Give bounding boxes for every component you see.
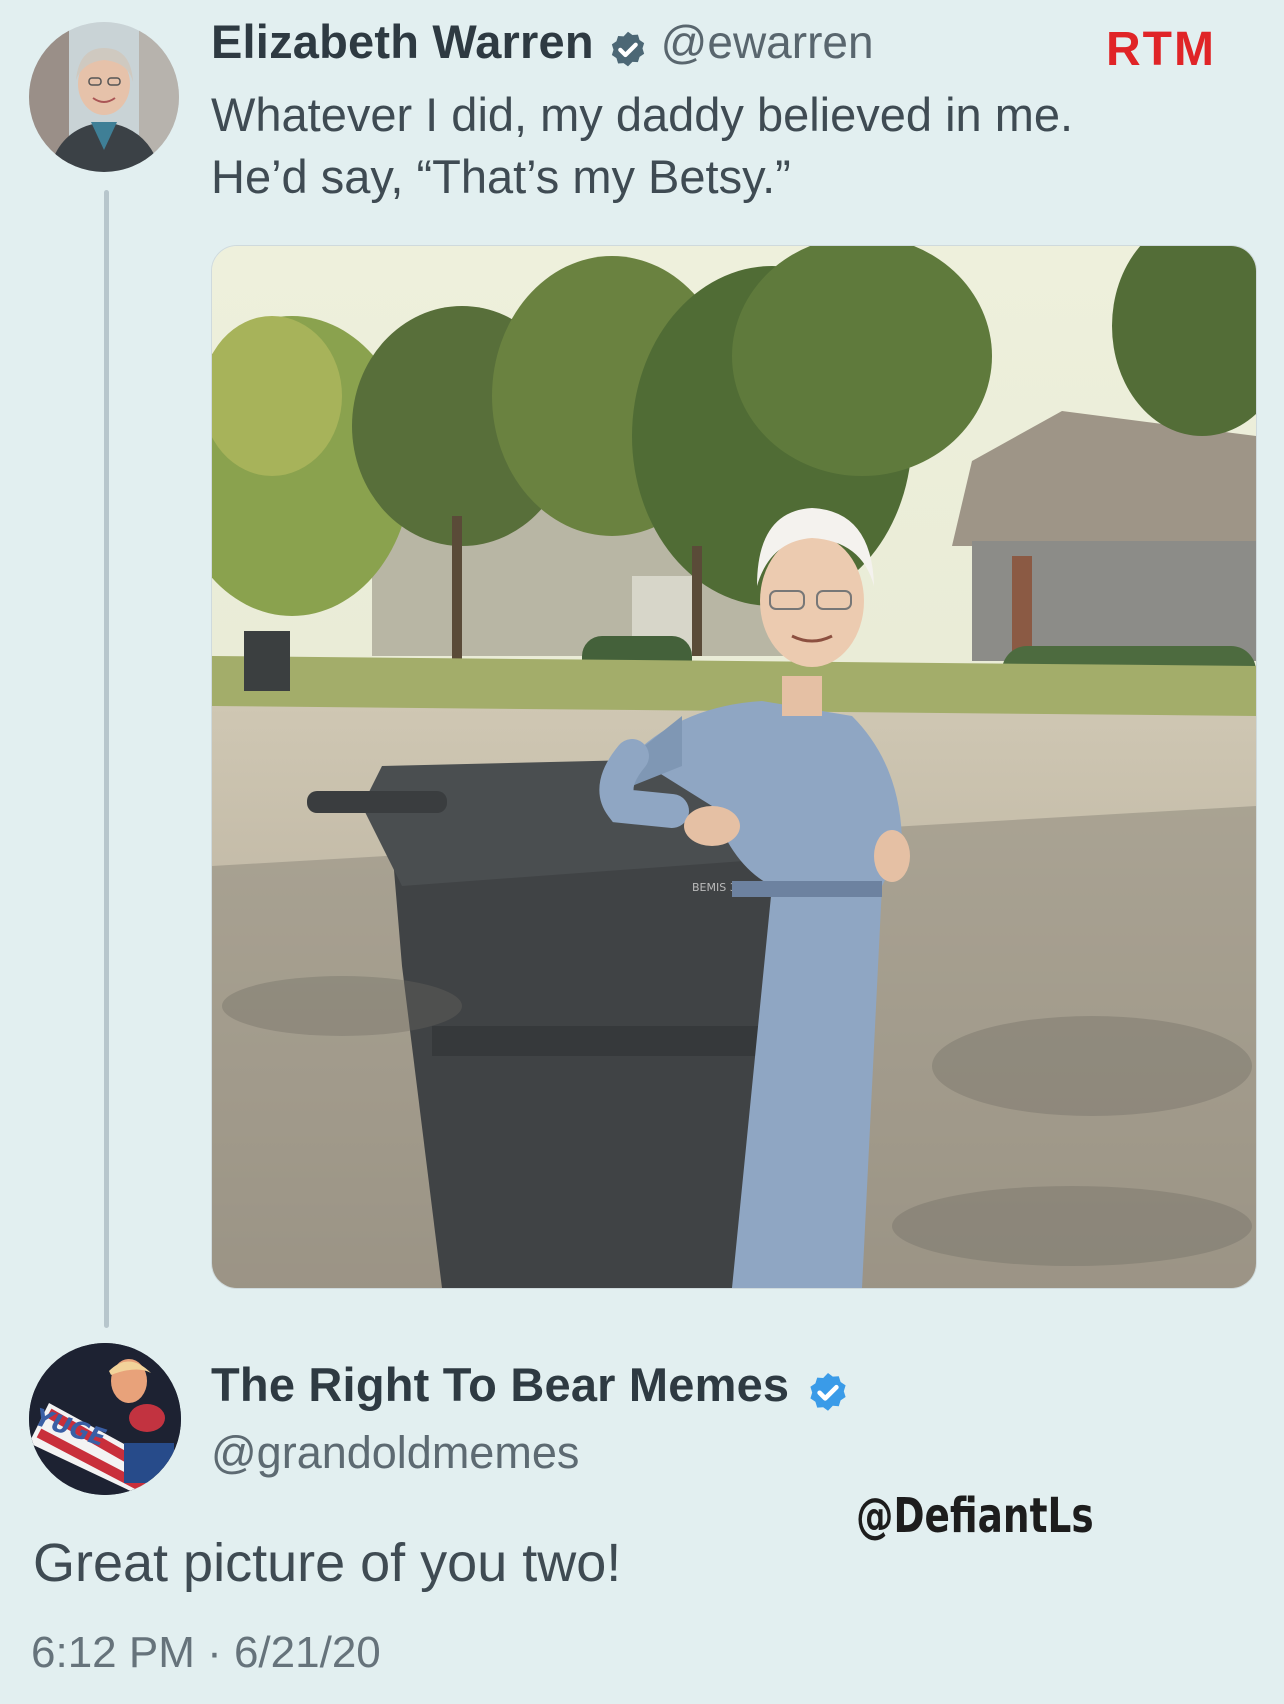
avatar-right-to-bear-memes[interactable]: YUGE bbox=[29, 1343, 181, 1495]
tweet1-text: Whatever I did, my daddy believed in me.… bbox=[211, 84, 1073, 208]
verified-badge-icon bbox=[804, 1370, 852, 1423]
tweet-photo[interactable]: BEMIS 345 bbox=[211, 245, 1257, 1289]
reply-header: The Right To Bear Memes bbox=[211, 1357, 852, 1423]
author-handle[interactable]: @ewarren bbox=[661, 16, 874, 68]
author-display-name[interactable]: Elizabeth Warren bbox=[211, 15, 594, 68]
rtm-watermark: RTM bbox=[1106, 23, 1216, 76]
avatar-elizabeth-warren[interactable] bbox=[29, 22, 179, 172]
tweet-text-line-2: He’d say, “That’s my Betsy.” bbox=[211, 150, 791, 203]
reply-text: Great picture of you two! bbox=[33, 1533, 622, 1593]
avatar-image: YUGE bbox=[29, 1343, 181, 1495]
defiantls-watermark: @DefiantLs bbox=[856, 1488, 1094, 1544]
thread-connector-line bbox=[104, 190, 109, 1328]
tweet-text-line-1: Whatever I did, my daddy believed in me. bbox=[211, 88, 1074, 141]
avatar-image bbox=[29, 22, 179, 172]
reply-timestamp[interactable]: 6:12 PM · 6/21/20 bbox=[31, 1628, 381, 1678]
tweet1-header: Elizabeth Warren @ewarren bbox=[211, 14, 874, 74]
reply-handle[interactable]: @grandoldmemes bbox=[211, 1427, 579, 1479]
verified-badge-icon bbox=[606, 29, 650, 78]
photo-image: BEMIS 345 bbox=[212, 246, 1256, 1288]
reply-display-name[interactable]: The Right To Bear Memes bbox=[211, 1358, 789, 1411]
